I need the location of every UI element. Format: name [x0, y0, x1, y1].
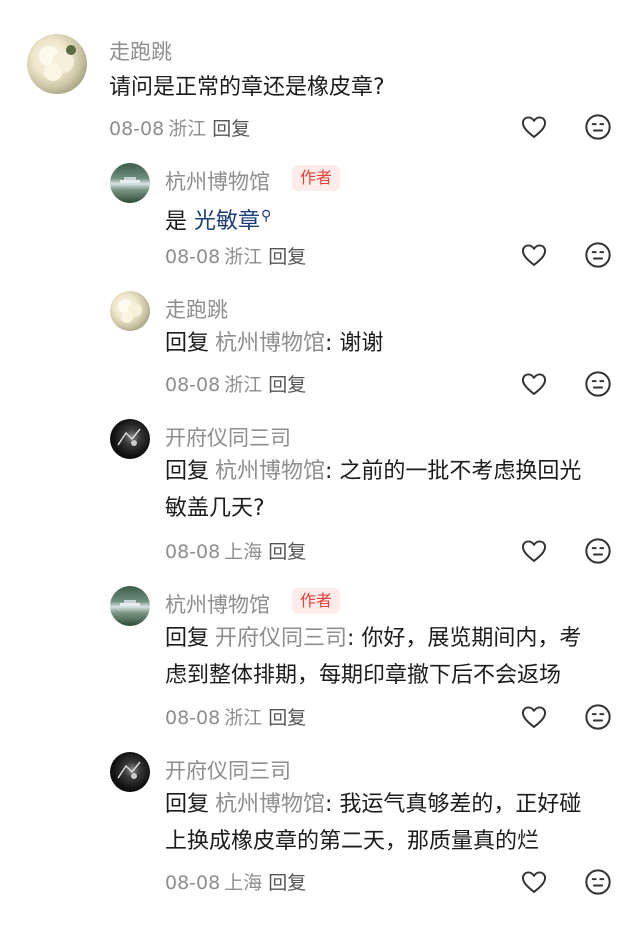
heart-outline-icon[interactable] — [520, 703, 548, 731]
commenter-name[interactable]: 走跑跳 — [165, 294, 228, 324]
commenter-name[interactable]: 开府仪同三司 — [165, 422, 291, 452]
neutral-face-icon[interactable] — [584, 370, 612, 398]
avatar[interactable] — [110, 419, 150, 459]
reply-item: 走跑跳 回复 杭州博物馆: 谢谢 08-08 浙江 回复 — [0, 280, 640, 410]
commenter-name[interactable]: 杭州博物馆 — [165, 589, 270, 619]
reply-button[interactable]: 回复 — [268, 246, 306, 268]
comment-location: 浙江 — [224, 374, 263, 396]
reply-button[interactable]: 回复 — [268, 707, 306, 729]
reply-target[interactable]: 杭州博物馆 — [215, 331, 325, 356]
heart-outline-icon[interactable] — [520, 868, 548, 896]
comment-location: 上海 — [224, 541, 263, 563]
comment-date: 08-08 — [109, 118, 165, 140]
avatar[interactable] — [27, 34, 87, 94]
reply-content: : 之前的一批不考虑换回光 — [325, 459, 582, 484]
comment-text: 回复 杭州博物馆: 之前的一批不考虑换回光 — [165, 454, 581, 490]
comment-text: 请问是正常的章还是橡皮章? — [109, 75, 385, 100]
comment-date: 08-08 — [165, 541, 221, 563]
commenter-name[interactable]: 杭州博物馆 — [165, 166, 270, 196]
heart-outline-icon[interactable] — [520, 370, 548, 398]
comment-text-line2: 敏盖几天? — [165, 496, 265, 521]
reply-word: 回复 — [165, 331, 210, 356]
comment-date: 08-08 — [165, 246, 221, 268]
comment-text-line2: 上换成橡皮章的第二天，那质量真的烂 — [165, 829, 540, 854]
reply-item: 开府仪同三司 回复 杭州博物馆: 之前的一批不考虑换回光 敏盖几天? 08-08 上… — [0, 410, 640, 580]
comment-meta: 08-08 浙江 回复 — [165, 703, 306, 730]
comment-date: 08-08 — [165, 707, 221, 729]
reply-button[interactable]: 回复 — [212, 118, 250, 140]
reply-word: 回复 — [165, 792, 210, 817]
neutral-face-icon[interactable] — [584, 241, 612, 269]
author-badge: 作者 — [292, 588, 341, 614]
reply-word: 回复 — [165, 459, 210, 484]
comment-date: 08-08 — [165, 374, 221, 396]
reply-content: : 我运气真够差的，正好碰 — [325, 792, 582, 817]
comment-item: 走跑跳 请问是正常的章还是橡皮章? 08-08 浙江 回复 — [0, 0, 640, 150]
reply-content: : 谢谢 — [325, 331, 384, 356]
comment-location: 浙江 — [224, 246, 263, 268]
neutral-face-icon[interactable] — [584, 537, 612, 565]
reply-target[interactable]: 开府仪同三司 — [215, 626, 347, 651]
commenter-name[interactable]: 走跑跳 — [109, 36, 172, 66]
heart-outline-icon[interactable] — [520, 537, 548, 565]
neutral-face-icon[interactable] — [584, 703, 612, 731]
reply-item: 开府仪同三司 回复 杭州博物馆: 我运气真够差的，正好碰 上换成橡皮章的第二天，那… — [0, 746, 640, 926]
avatar[interactable] — [110, 291, 150, 331]
comment-meta: 08-08 浙江 回复 — [165, 370, 306, 397]
neutral-face-icon[interactable] — [584, 113, 612, 141]
comment-text: 回复 杭州博物馆: 谢谢 — [165, 326, 383, 362]
reply-item: 杭州博物馆 作者 是 光敏章⚲ 08-08 浙江 回复 — [0, 150, 640, 280]
reply-target[interactable]: 杭州博物馆 — [215, 792, 325, 817]
comment-meta: 08-08 浙江 回复 — [165, 242, 306, 269]
reply-item: 杭州博物馆 作者 回复 开府仪同三司: 你好，展览期间内，考 虑到整体排期，每期印… — [0, 578, 640, 746]
comment-text: 回复 杭州博物馆: 我运气真够差的，正好碰 — [165, 787, 581, 823]
comment-meta: 08-08 浙江 回复 — [109, 114, 250, 141]
heart-outline-icon[interactable] — [520, 241, 548, 269]
author-badge: 作者 — [292, 165, 341, 191]
comment-location: 上海 — [224, 872, 263, 894]
search-link[interactable]: 光敏章⚲ — [194, 208, 271, 234]
avatar[interactable] — [110, 586, 150, 626]
reply-word: 回复 — [165, 626, 210, 651]
avatar[interactable] — [110, 163, 150, 203]
avatar[interactable] — [110, 752, 150, 792]
commenter-name[interactable]: 开府仪同三司 — [165, 755, 291, 785]
comment-meta: 08-08 上海 回复 — [165, 868, 306, 895]
comment-text: 是 光敏章⚲ — [165, 198, 271, 240]
comment-text-line2: 虑到整体排期，每期印章撤下后不会返场 — [165, 663, 562, 688]
reply-content: : 你好，展览期间内，考 — [347, 626, 582, 651]
comment-meta: 08-08 上海 回复 — [165, 537, 306, 564]
search-magnifier-icon[interactable]: ⚲ — [261, 208, 271, 224]
reply-button[interactable]: 回复 — [268, 872, 306, 894]
comment-date: 08-08 — [165, 872, 221, 894]
heart-outline-icon[interactable] — [520, 113, 548, 141]
search-link-text[interactable]: 光敏章 — [194, 209, 260, 234]
comment-text: 回复 开府仪同三司: 你好，展览期间内，考 — [165, 621, 581, 657]
reply-button[interactable]: 回复 — [268, 541, 306, 563]
reply-button[interactable]: 回复 — [268, 374, 306, 396]
neutral-face-icon[interactable] — [584, 868, 612, 896]
reply-target[interactable]: 杭州博物馆 — [215, 459, 325, 484]
comment-text-prefix: 是 — [165, 209, 188, 235]
comment-location: 浙江 — [224, 707, 263, 729]
comment-location: 浙江 — [168, 118, 207, 140]
